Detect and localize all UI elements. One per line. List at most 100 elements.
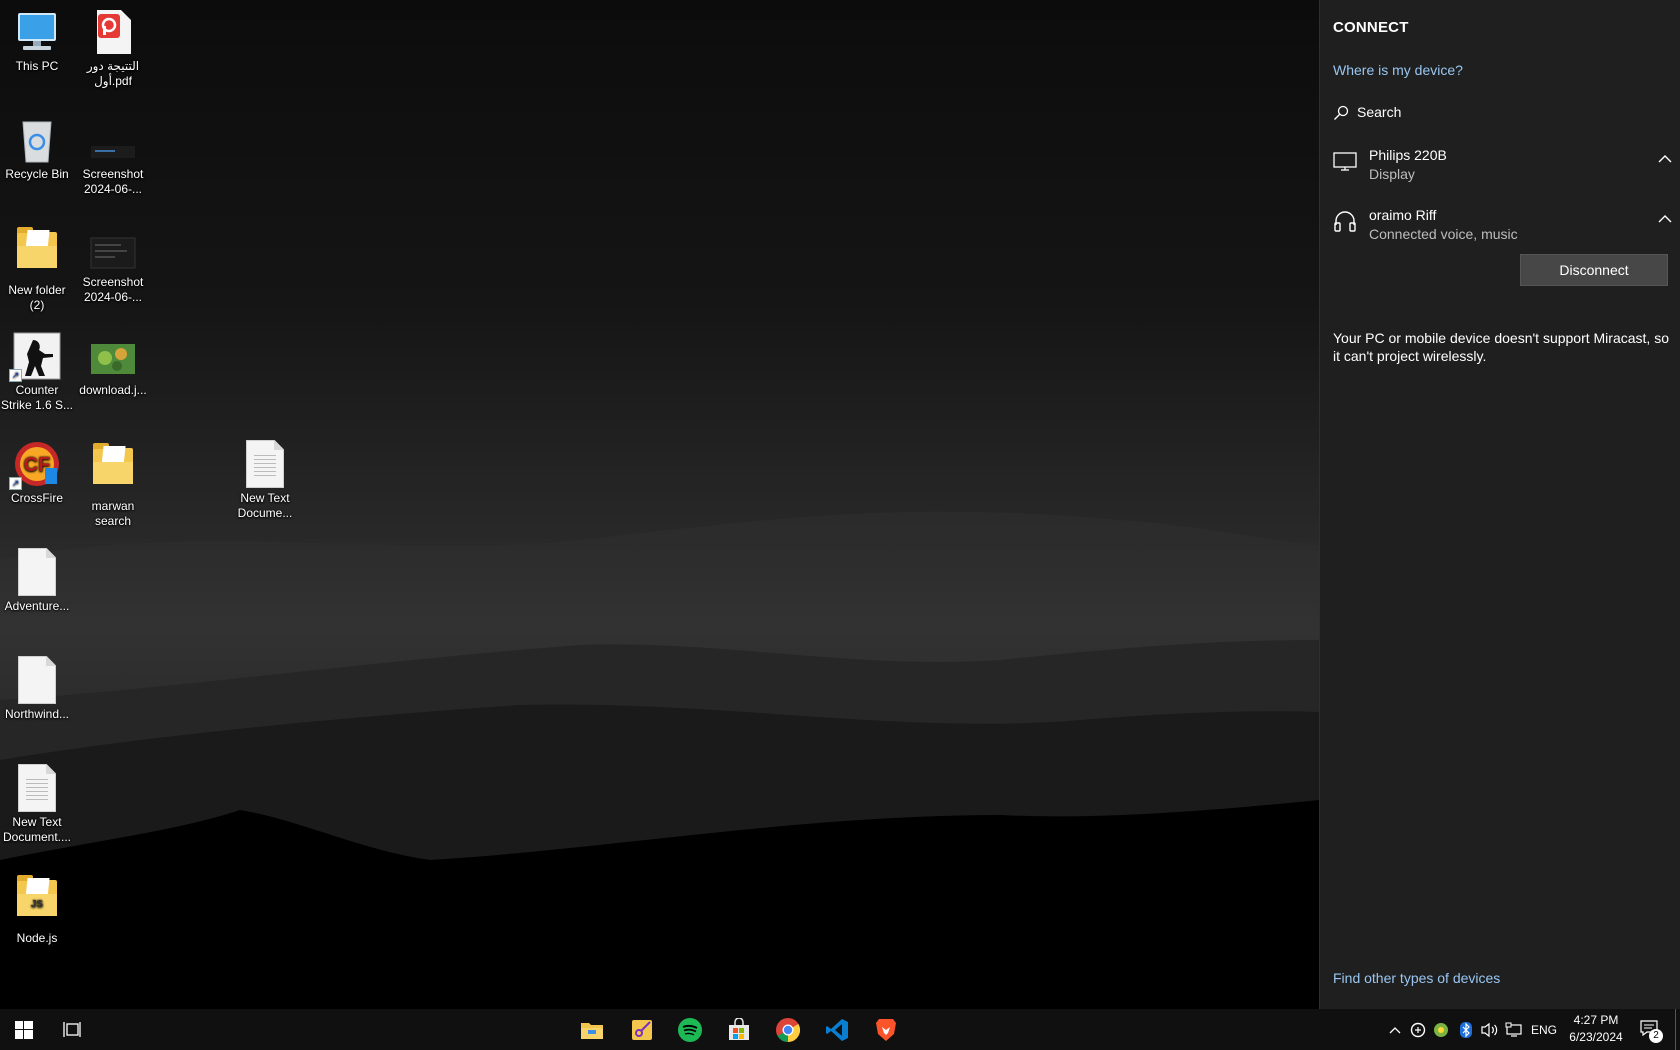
- task-view-icon: [63, 1021, 81, 1037]
- taskbar-app-spotify[interactable]: [666, 1009, 714, 1050]
- desktop-icon-label: download.j...: [79, 383, 147, 397]
- device-philips-220b[interactable]: Philips 220B Display: [1333, 147, 1673, 187]
- search-icon: [1334, 105, 1349, 120]
- headphones-icon: [1334, 211, 1356, 232]
- taskbar-app-vscode[interactable]: [813, 1009, 861, 1050]
- image-thumbnail-icon: [89, 116, 137, 164]
- network-tray-button[interactable]: [1503, 1009, 1525, 1050]
- task-view-button[interactable]: [48, 1009, 96, 1050]
- bluetooth-tray-button[interactable]: [1455, 1009, 1477, 1050]
- image-thumbnail-icon: [89, 224, 137, 272]
- search-label: Search: [1357, 104, 1402, 120]
- taskbar-app-microsoft-store[interactable]: [715, 1009, 763, 1050]
- file-icon: [13, 656, 61, 704]
- desktop-icon-screenshot-1[interactable]: Screenshot 2024-06-...: [75, 116, 151, 197]
- taskbar-app-brave[interactable]: [862, 1009, 910, 1050]
- start-button[interactable]: [0, 1009, 48, 1050]
- desktop-icon-label: Counter Strike 1.6 S...: [0, 383, 74, 412]
- green-app-icon: [1434, 1022, 1448, 1037]
- device-status: Connected voice, music: [1369, 226, 1518, 242]
- desktop-icon-nodejs[interactable]: JS Node.js: [0, 872, 75, 946]
- desktop-wallpaper: [0, 0, 1319, 1009]
- folder-icon: [89, 443, 137, 496]
- desktop-icon-new-folder-2[interactable]: New folder (2): [0, 224, 75, 313]
- desktop-icon-crossfire[interactable]: CF ↗ CrossFire: [0, 440, 75, 506]
- network-icon: [1505, 1022, 1522, 1037]
- notification-count-badge: 2: [1649, 1029, 1663, 1043]
- desktop-icon-screenshot-2[interactable]: Screenshot 2024-06-...: [75, 224, 151, 305]
- chrome-icon: [776, 1017, 800, 1042]
- desktop-icon-label: Screenshot 2024-06-...: [82, 167, 144, 196]
- text-file-icon: [241, 440, 289, 488]
- desktop-icon-label: CrossFire: [10, 491, 63, 505]
- spotify-icon: [678, 1017, 702, 1042]
- tray-sync-icon-button[interactable]: [1407, 1009, 1429, 1050]
- folder-icon: [13, 227, 61, 280]
- desktop-icon-label: Node.js: [16, 931, 58, 945]
- device-oraimo-riff[interactable]: oraimo Riff Connected voice, music: [1333, 207, 1673, 247]
- vscode-icon: [826, 1018, 848, 1041]
- crossfire-icon: CF ↗: [9, 440, 61, 490]
- windows-logo-icon: [15, 1020, 33, 1039]
- clock-time: 4:27 PM: [1573, 1013, 1619, 1027]
- desktop-icon-label: marwan search: [91, 499, 135, 528]
- file-icon: [13, 548, 61, 596]
- desktop-icon-counter-strike[interactable]: ↗ Counter Strike 1.6 S...: [0, 332, 75, 413]
- microsoft-store-icon: [729, 1017, 749, 1040]
- taskbar: ENG 4:27 PM 6/23/2024 2: [0, 1009, 1680, 1050]
- shortcut-arrow-icon: ↗: [9, 477, 22, 490]
- clock-date: 6/23/2024: [1569, 1030, 1623, 1044]
- desktop-icon-label: New Text Docume...: [237, 491, 293, 520]
- show-hidden-icons-button[interactable]: [1384, 1009, 1406, 1050]
- desktop-icon-label: New folder (2): [8, 283, 66, 312]
- volume-tray-button[interactable]: [1479, 1009, 1501, 1050]
- desktop-icon-new-text-document-1[interactable]: New Text Docume...: [227, 440, 303, 521]
- snipping-tool-icon: [632, 1019, 652, 1040]
- shortcut-arrow-icon: ↗: [9, 369, 22, 382]
- miracast-message: Your PC or mobile device doesn't support…: [1333, 330, 1669, 364]
- desktop-icon-pdf[interactable]: التتيجة دور أول.pdf: [75, 8, 151, 89]
- counter-strike-icon: ↗: [9, 332, 61, 382]
- chevron-up-icon: [1389, 1026, 1401, 1033]
- action-center-button[interactable]: 2: [1636, 1009, 1663, 1050]
- device-name: Philips 220B: [1369, 147, 1447, 163]
- connect-panel: CONNECT Where is my device? Search Phili…: [1319, 0, 1680, 1009]
- file-explorer-icon: [581, 1022, 603, 1039]
- panel-title: CONNECT: [1333, 19, 1409, 36]
- desktop-icon-label: This PC: [15, 59, 59, 73]
- desktop-icon-marwan-search[interactable]: marwan search: [75, 440, 151, 529]
- recycle-bin-icon: [13, 116, 61, 164]
- bluetooth-icon: [1460, 1021, 1472, 1038]
- chevron-up-icon[interactable]: [1657, 211, 1673, 227]
- this-pc-icon: [13, 8, 61, 56]
- desktop-icon-label: التتيجة دور أول.pdf: [86, 59, 140, 88]
- desktop-icon-label: Screenshot 2024-06-...: [82, 275, 144, 304]
- taskbar-app-chrome[interactable]: [764, 1009, 812, 1050]
- desktop-icon-this-pc[interactable]: This PC: [0, 8, 75, 74]
- sync-icon: [1410, 1022, 1426, 1037]
- desktop-icon-label: Recycle Bin: [5, 167, 69, 181]
- tray-app-icon-button[interactable]: [1430, 1009, 1452, 1050]
- text-file-icon: [13, 764, 61, 812]
- device-status: Display: [1369, 166, 1415, 182]
- desktop-icon-recycle-bin[interactable]: Recycle Bin: [0, 116, 75, 182]
- clock[interactable]: 4:27 PM 6/23/2024: [1556, 1012, 1636, 1046]
- desktop-icon-download-image[interactable]: download.j...: [75, 332, 151, 398]
- taskbar-app-snipping-tool[interactable]: [618, 1009, 666, 1050]
- folder-icon: JS: [13, 875, 61, 928]
- search-row[interactable]: Search: [1333, 104, 1533, 124]
- show-desktop-button[interactable]: [1675, 1009, 1680, 1050]
- where-is-my-device-link[interactable]: Where is my device?: [1333, 62, 1463, 78]
- find-other-devices-link[interactable]: Find other types of devices: [1333, 970, 1500, 986]
- chevron-up-icon[interactable]: [1657, 151, 1673, 167]
- desktop-icon-label: Northwind...: [4, 707, 70, 721]
- desktop-icon-adventure[interactable]: Adventure...: [0, 548, 75, 614]
- pdf-file-icon: [89, 8, 137, 56]
- volume-icon: [1481, 1022, 1498, 1037]
- desktop-icon-northwind[interactable]: Northwind...: [0, 656, 75, 722]
- desktop-icon-new-text-document-2[interactable]: New Text Document....: [0, 764, 75, 845]
- desktop-icon-label: New Text Document....: [2, 815, 72, 844]
- device-name: oraimo Riff: [1369, 207, 1437, 223]
- taskbar-app-file-explorer[interactable]: [568, 1009, 616, 1050]
- disconnect-button[interactable]: Disconnect: [1520, 254, 1668, 286]
